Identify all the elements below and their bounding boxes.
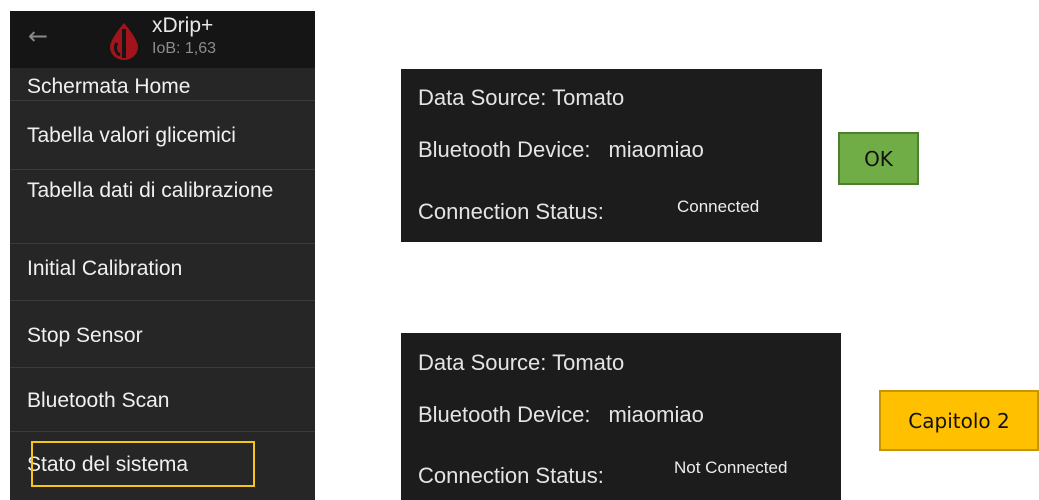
arrow-left-icon[interactable]: ← [28, 21, 58, 51]
ok-callout: OK [838, 132, 919, 185]
status-panel-not-connected: Data Source: Tomato Bluetooth Device: mia… [401, 333, 841, 500]
bluetooth-device-label: Bluetooth Device: [418, 137, 591, 162]
chapter-callout: Capitolo 2 [879, 390, 1039, 451]
bluetooth-device-row: Bluetooth Device: miaomiao [418, 136, 704, 164]
data-source-row: Data Source: Tomato [418, 349, 624, 377]
bluetooth-device-value: miaomiao [608, 137, 704, 162]
connection-status-label: Connection Status: [418, 463, 604, 488]
bluetooth-device-label: Bluetooth Device: [418, 402, 591, 427]
highlight-frame [31, 441, 255, 487]
connection-status-row: Connection Status: [418, 462, 604, 490]
connection-status-label: Connection Status: [418, 199, 604, 224]
menu-item-label: Initial Calibration [27, 257, 183, 280]
status-panel-connected: Data Source: Tomato Bluetooth Device: mia… [401, 69, 822, 242]
menu-item-label: Bluetooth Scan [27, 389, 170, 412]
menu-item-initial-calibration[interactable]: Initial Calibration [10, 244, 315, 301]
data-source-row: Data Source: Tomato [418, 84, 624, 112]
navigation-drawer: ← xDrip+ IoB: 1,63 Schermata Home Tabell… [10, 11, 315, 500]
connection-status-row: Connection Status: [418, 198, 604, 226]
data-source-text: Data Source: Tomato [418, 350, 625, 375]
menu-item-label: Tabella dati di calibrazione [27, 179, 274, 202]
menu-item-calibration-table[interactable]: Tabella dati di calibrazione [10, 170, 315, 244]
app-toolbar: ← xDrip+ IoB: 1,63 [10, 11, 315, 68]
connection-status-value: Connected [677, 197, 760, 216]
blood-drop-icon [110, 23, 138, 60]
menu-item-label: Tabella valori glicemici [27, 124, 236, 147]
bluetooth-device-row: Bluetooth Device: miaomiao [418, 401, 704, 429]
iob-subtitle: IoB: 1,63 [152, 40, 217, 57]
menu-item-stop-sensor[interactable]: Stop Sensor [10, 301, 315, 368]
menu-item-bluetooth-scan[interactable]: Bluetooth Scan [10, 368, 315, 432]
menu-item-label: Schermata Home [27, 75, 191, 98]
menu-item-label: Stop Sensor [27, 324, 143, 347]
bluetooth-device-value: miaomiao [608, 402, 704, 427]
menu-item-bg-table[interactable]: Tabella valori glicemici [10, 101, 315, 170]
data-source-text: Data Source: Tomato [418, 85, 625, 110]
connection-status-value: Not Connected [674, 458, 788, 477]
app-title: xDrip+ [152, 14, 214, 37]
